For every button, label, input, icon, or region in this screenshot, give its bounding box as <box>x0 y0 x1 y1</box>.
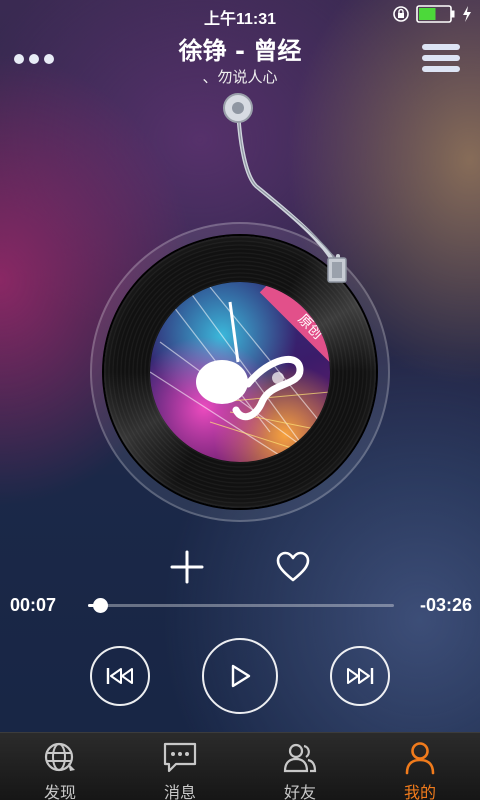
tab-friends[interactable]: 好友 <box>240 733 360 800</box>
like-heart-button[interactable] <box>274 548 312 586</box>
progress-slider[interactable] <box>88 598 394 613</box>
tab-discover[interactable]: 发现 <box>0 733 120 800</box>
menu-bar <box>422 55 460 61</box>
previous-track-button[interactable] <box>90 646 150 706</box>
tab-label: 我的 <box>403 783 436 800</box>
elapsed-time: 00:07 <box>10 595 57 615</box>
battery-icon <box>416 5 455 23</box>
previous-icon <box>106 668 133 684</box>
person-icon <box>405 742 435 775</box>
rotation-lock-icon <box>393 6 409 22</box>
charging-bolt-icon <box>463 6 471 22</box>
status-bar: 上午11:31 <box>0 0 480 28</box>
progress-knob[interactable] <box>93 598 109 613</box>
remaining-time: -03:26 <box>419 595 472 615</box>
tab-label: 好友 <box>283 783 316 800</box>
globe-icon <box>44 742 75 772</box>
vinyl-record[interactable]: 原创 <box>104 236 376 508</box>
artist-subtitle: 、勿说人心 <box>202 68 278 86</box>
play-button[interactable] <box>202 638 278 714</box>
album-cover: 原创 <box>150 282 330 462</box>
friends-icon <box>283 743 317 773</box>
next-track-button[interactable] <box>330 646 390 706</box>
add-to-playlist-button[interactable] <box>168 548 206 586</box>
chat-icon <box>163 742 197 773</box>
turntable: 原创 <box>0 86 480 546</box>
tab-mine[interactable]: 我的 <box>360 733 480 800</box>
menu-bar <box>422 66 460 72</box>
player-header: 徐铮 - 曾经 、勿说人心 <box>0 28 480 86</box>
tab-label: 消息 <box>163 783 196 800</box>
tab-label: 发现 <box>43 783 76 800</box>
status-indicators <box>392 5 472 23</box>
play-icon <box>231 664 251 688</box>
playlist-menu-button[interactable] <box>422 44 462 74</box>
next-icon <box>347 668 374 684</box>
song-title: 徐铮 - 曾经 <box>178 37 302 65</box>
tab-messages[interactable]: 消息 <box>120 733 240 800</box>
menu-bar <box>422 44 460 50</box>
bottom-tab-bar: 发现 消息 好友 我的 <box>0 732 480 800</box>
